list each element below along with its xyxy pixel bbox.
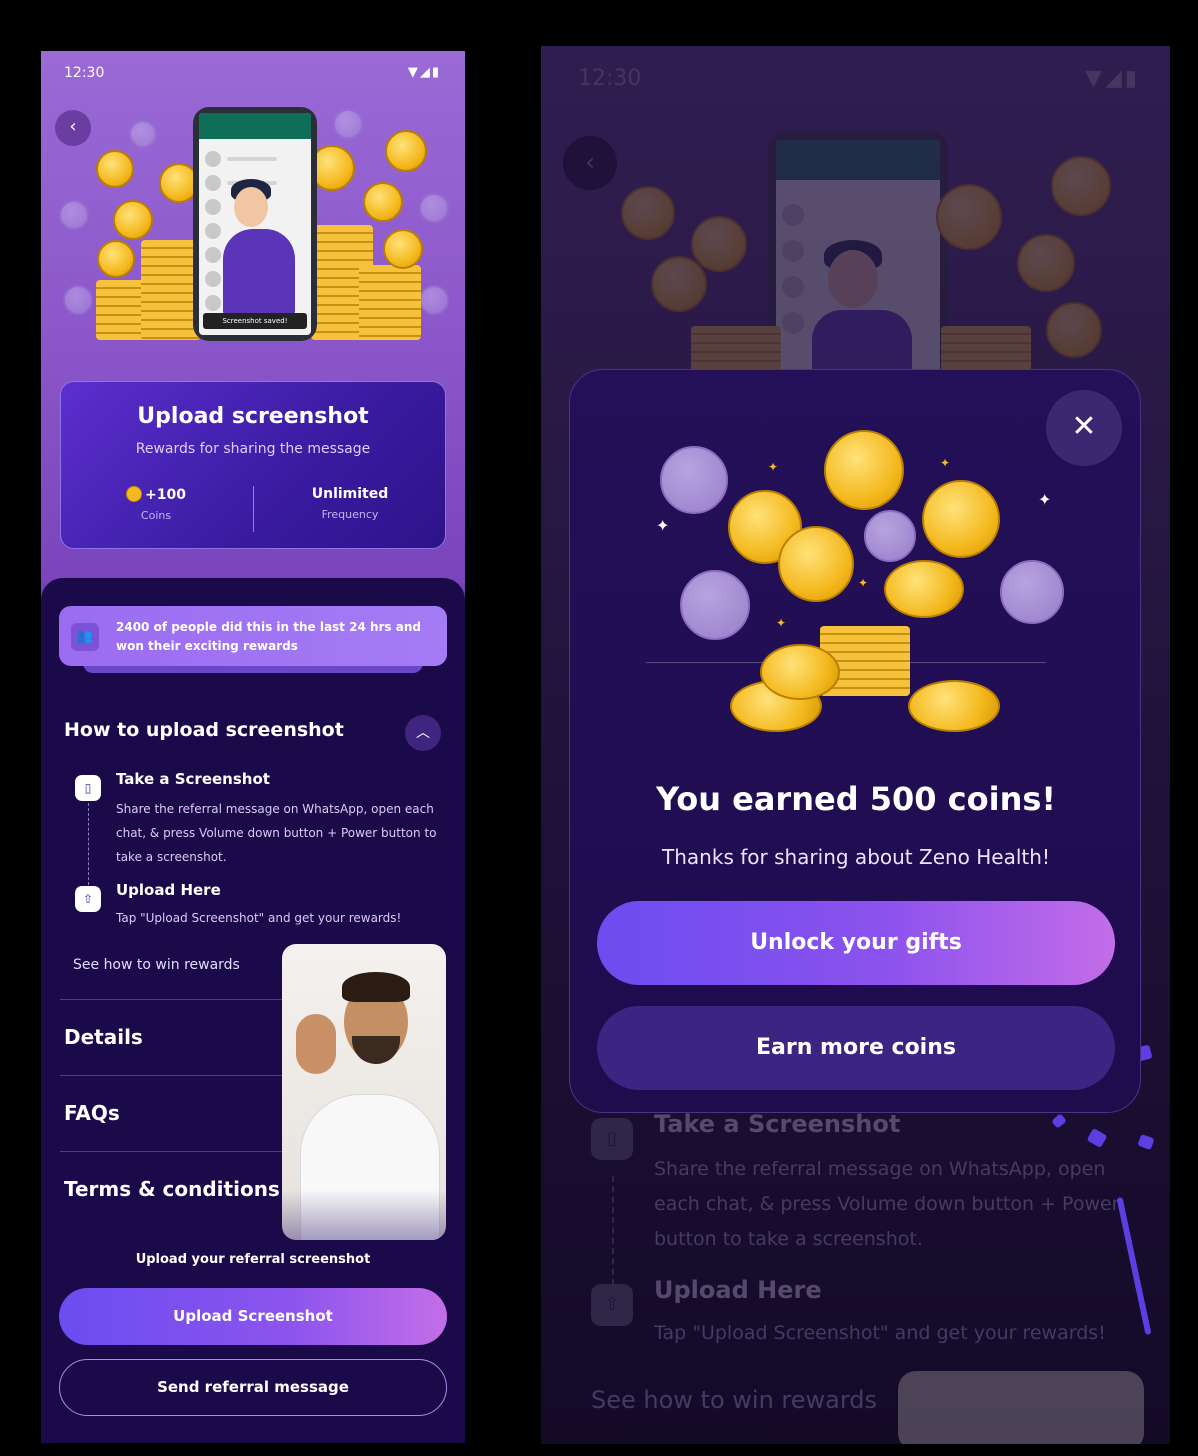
- doctor-hair: [342, 972, 410, 1002]
- chevron-up-icon: ︿: [416, 725, 430, 741]
- sparkle-icon: ✦: [858, 576, 869, 590]
- coin-icon: [113, 200, 153, 240]
- chat-app-header: [199, 113, 311, 139]
- step-connector: [88, 803, 89, 885]
- chat-avatar: [205, 199, 221, 215]
- frequency-label: Frequency: [321, 508, 379, 521]
- stat-divider: [253, 486, 254, 532]
- sparkle-icon: ✦: [768, 460, 779, 474]
- coin-icon: [884, 560, 964, 618]
- coins-value: +100: [145, 487, 186, 503]
- terms-row[interactable]: Terms & conditions: [64, 1177, 280, 1201]
- coin-icon: [922, 480, 1000, 558]
- see-how-link[interactable]: See how to win rewards: [73, 957, 240, 973]
- step-title: Upload Here: [116, 881, 221, 899]
- step-description: Share the referral message on WhatsApp, …: [116, 802, 437, 864]
- coin-icon: [129, 120, 157, 148]
- left-phone-screen: 12:30 ▼◢▮ ‹ Screenshot saved! Upload scr…: [41, 51, 465, 1443]
- coin-icon: [778, 526, 854, 602]
- doctor-beard: [352, 1036, 400, 1064]
- divider: [60, 999, 282, 1000]
- sparkle-icon: ✦: [656, 516, 670, 535]
- reward-modal: ✕ ✦ ✦ ✦ ✦ ✦ ✦ You earned 500 coins! Than…: [569, 369, 1141, 1113]
- coin-icon: [363, 182, 403, 222]
- coin-icon: [59, 200, 89, 230]
- coins-label: Coins: [140, 509, 172, 522]
- social-proof-banner: 👥 2400 of people did this in the last 24…: [59, 606, 447, 666]
- chat-avatar: [205, 223, 221, 239]
- coin-icon: [419, 285, 449, 315]
- sparkle-icon: ✦: [776, 616, 787, 630]
- coin-icon: [385, 130, 427, 172]
- unlock-gifts-button[interactable]: Unlock your gifts: [597, 901, 1115, 985]
- step-title: Take a Screenshot: [116, 770, 270, 788]
- coin-icon: [419, 193, 449, 223]
- coin-icon: [760, 644, 840, 700]
- send-referral-button[interactable]: Send referral message: [59, 1359, 447, 1416]
- person-head: [234, 187, 268, 227]
- divider: [60, 1075, 282, 1076]
- task-title: Upload screenshot: [137, 404, 369, 429]
- social-proof-text: 2400 of people did this in the last 24 h…: [116, 620, 421, 653]
- screenshot-saved-toast: Screenshot saved!: [203, 313, 307, 329]
- screenshot-icon: ▯: [75, 775, 101, 801]
- chat-avatar: [205, 271, 221, 287]
- coin-icon: [96, 150, 134, 188]
- reward-subtitle: Thanks for sharing about Zeno Health!: [662, 845, 1050, 869]
- coin-icon: [908, 680, 1000, 732]
- coin-icon: [97, 240, 135, 278]
- hero-illustration: Screenshot saved!: [41, 95, 465, 365]
- task-subtitle: Rewards for sharing the message: [135, 441, 371, 457]
- coin-icon: [660, 446, 728, 514]
- status-bar: 12:30 ▼◢▮: [41, 51, 465, 95]
- coin-stack: [359, 265, 421, 340]
- coin-icon: [680, 570, 750, 640]
- how-to-heading: How to upload screenshot: [64, 719, 344, 741]
- screenshot-canvas: 12:30 ▼◢▮ ‹ Screenshot saved! Upload scr…: [0, 0, 1198, 1456]
- chat-avatar: [205, 175, 221, 191]
- sparkle-icon: ✦: [940, 456, 951, 470]
- coin-icon: [864, 510, 916, 562]
- upload-icon: ⇧: [75, 886, 101, 912]
- frequency-stat: Unlimited Frequency: [275, 486, 425, 521]
- chat-avatar: [205, 295, 221, 311]
- step-description: Tap "Upload Screenshot" and get your rew…: [116, 911, 402, 925]
- task-card: Upload screenshot Rewards for sharing th…: [60, 381, 446, 549]
- right-phone-screen: 12:30 ▼◢▮ ‹ ▯ Take a Screenshot Share th…: [541, 46, 1170, 1444]
- upload-caption: Upload your referral screenshot: [135, 1252, 371, 1267]
- faqs-row[interactable]: FAQs: [64, 1101, 120, 1125]
- waving-hand: [296, 1014, 336, 1074]
- coin-icon: [63, 285, 93, 315]
- coin-icon: [824, 430, 904, 510]
- person-body: [223, 229, 295, 317]
- reward-title: You earned 500 coins!: [655, 780, 1057, 818]
- people-icon: 👥: [71, 623, 99, 651]
- phone-illustration: Screenshot saved!: [193, 107, 317, 341]
- coins-illustration: ✦ ✦ ✦ ✦ ✦ ✦: [640, 430, 1070, 750]
- coin-icon: [333, 109, 363, 139]
- coins-stat: +100 Coins: [81, 486, 231, 522]
- chat-avatar: [205, 247, 221, 263]
- sparkle-icon: ✦: [1038, 490, 1052, 509]
- coin-icon: [1000, 560, 1064, 624]
- chat-avatar: [205, 151, 221, 167]
- close-icon: ✕: [1071, 409, 1097, 444]
- status-time: 12:30: [64, 65, 105, 81]
- earn-more-coins-button[interactable]: Earn more coins: [597, 1006, 1115, 1090]
- coin-icon: [383, 229, 423, 269]
- coin-stack: [141, 240, 201, 340]
- chat-line: [227, 157, 277, 161]
- status-icons: ▼◢▮: [407, 65, 441, 80]
- divider: [60, 1151, 282, 1152]
- coin-icon: [126, 486, 143, 502]
- video-thumbnail[interactable]: [282, 944, 446, 1240]
- collapse-button[interactable]: ︿: [405, 715, 441, 751]
- desk-shadow: [282, 1190, 446, 1240]
- upload-screenshot-button[interactable]: Upload Screenshot: [59, 1288, 447, 1345]
- details-row[interactable]: Details: [64, 1025, 143, 1049]
- frequency-value: Unlimited: [311, 486, 389, 502]
